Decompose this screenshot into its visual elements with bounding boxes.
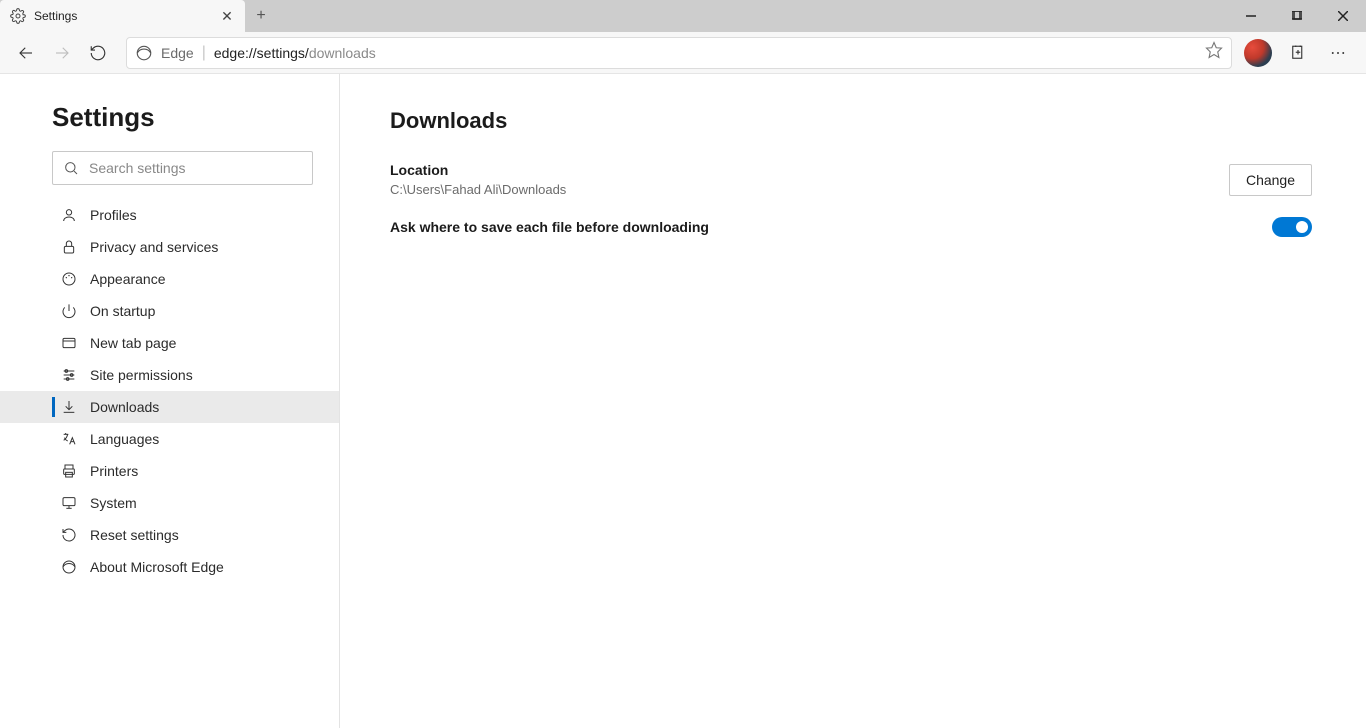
close-tab-icon[interactable]: ✕ bbox=[219, 8, 235, 25]
favorite-star-icon[interactable] bbox=[1205, 41, 1223, 64]
search-icon bbox=[63, 160, 79, 176]
ask-save-row: Ask where to save each file before downl… bbox=[390, 217, 1312, 237]
title-bar: Settings ✕ + bbox=[0, 0, 1366, 32]
settings-search-input[interactable] bbox=[89, 160, 302, 176]
nav-item-newtab[interactable]: New tab page bbox=[0, 327, 339, 359]
settings-sidebar: Settings Profiles Privacy and services A… bbox=[0, 74, 340, 728]
change-location-button[interactable]: Change bbox=[1229, 164, 1312, 196]
collections-button[interactable] bbox=[1278, 35, 1318, 71]
location-path: C:\Users\Fahad Ali\Downloads bbox=[390, 182, 1229, 197]
nav-item-system[interactable]: System bbox=[0, 487, 339, 519]
address-separator: | bbox=[202, 44, 206, 62]
nav-item-privacy[interactable]: Privacy and services bbox=[0, 231, 339, 263]
nav-item-profiles[interactable]: Profiles bbox=[0, 199, 339, 231]
new-tab-button[interactable]: + bbox=[245, 0, 277, 32]
language-icon bbox=[60, 430, 78, 448]
nav-item-about[interactable]: About Microsoft Edge bbox=[0, 551, 339, 583]
download-icon bbox=[60, 398, 78, 416]
power-icon bbox=[60, 302, 78, 320]
location-label: Location bbox=[390, 162, 1229, 178]
grid-icon bbox=[60, 334, 78, 352]
nav-item-appearance[interactable]: Appearance bbox=[0, 263, 339, 295]
tab-title: Settings bbox=[34, 9, 219, 23]
browser-tab[interactable]: Settings ✕ bbox=[0, 0, 245, 32]
lock-icon bbox=[60, 238, 78, 256]
ask-save-label: Ask where to save each file before downl… bbox=[390, 219, 1272, 235]
refresh-button[interactable] bbox=[80, 35, 116, 71]
profile-avatar[interactable] bbox=[1244, 39, 1272, 67]
gear-icon bbox=[10, 8, 26, 24]
printer-icon bbox=[60, 462, 78, 480]
nav-item-reset[interactable]: Reset settings bbox=[0, 519, 339, 551]
nav-item-site-permissions[interactable]: Site permissions bbox=[0, 359, 339, 391]
nav-item-downloads[interactable]: Downloads bbox=[0, 391, 339, 423]
sliders-icon bbox=[60, 366, 78, 384]
address-scheme-label: Edge bbox=[161, 45, 194, 61]
window-close-button[interactable] bbox=[1320, 0, 1366, 32]
address-url: edge://settings/downloads bbox=[214, 45, 376, 61]
paint-icon bbox=[60, 270, 78, 288]
ask-save-toggle[interactable] bbox=[1272, 217, 1312, 237]
edge-icon bbox=[60, 558, 78, 576]
settings-heading: Settings bbox=[52, 102, 313, 133]
settings-search-box[interactable] bbox=[52, 151, 313, 185]
forward-button[interactable] bbox=[44, 35, 80, 71]
edge-logo-icon bbox=[135, 44, 153, 62]
nav-item-languages[interactable]: Languages bbox=[0, 423, 339, 455]
nav-item-printers[interactable]: Printers bbox=[0, 455, 339, 487]
person-icon bbox=[60, 206, 78, 224]
browser-toolbar: Edge | edge://settings/downloads bbox=[0, 32, 1366, 74]
window-minimize-button[interactable] bbox=[1228, 0, 1274, 32]
reset-icon bbox=[60, 526, 78, 544]
location-row: Location C:\Users\Fahad Ali\Downloads Ch… bbox=[390, 162, 1312, 197]
settings-nav-list: Profiles Privacy and services Appearance… bbox=[0, 199, 339, 583]
menu-button[interactable] bbox=[1318, 35, 1358, 71]
nav-item-startup[interactable]: On startup bbox=[0, 295, 339, 327]
back-button[interactable] bbox=[8, 35, 44, 71]
monitor-icon bbox=[60, 494, 78, 512]
address-bar[interactable]: Edge | edge://settings/downloads bbox=[126, 37, 1232, 69]
window-maximize-button[interactable] bbox=[1274, 0, 1320, 32]
page-title: Downloads bbox=[390, 108, 1312, 134]
settings-content: Downloads Location C:\Users\Fahad Ali\Do… bbox=[340, 74, 1366, 728]
